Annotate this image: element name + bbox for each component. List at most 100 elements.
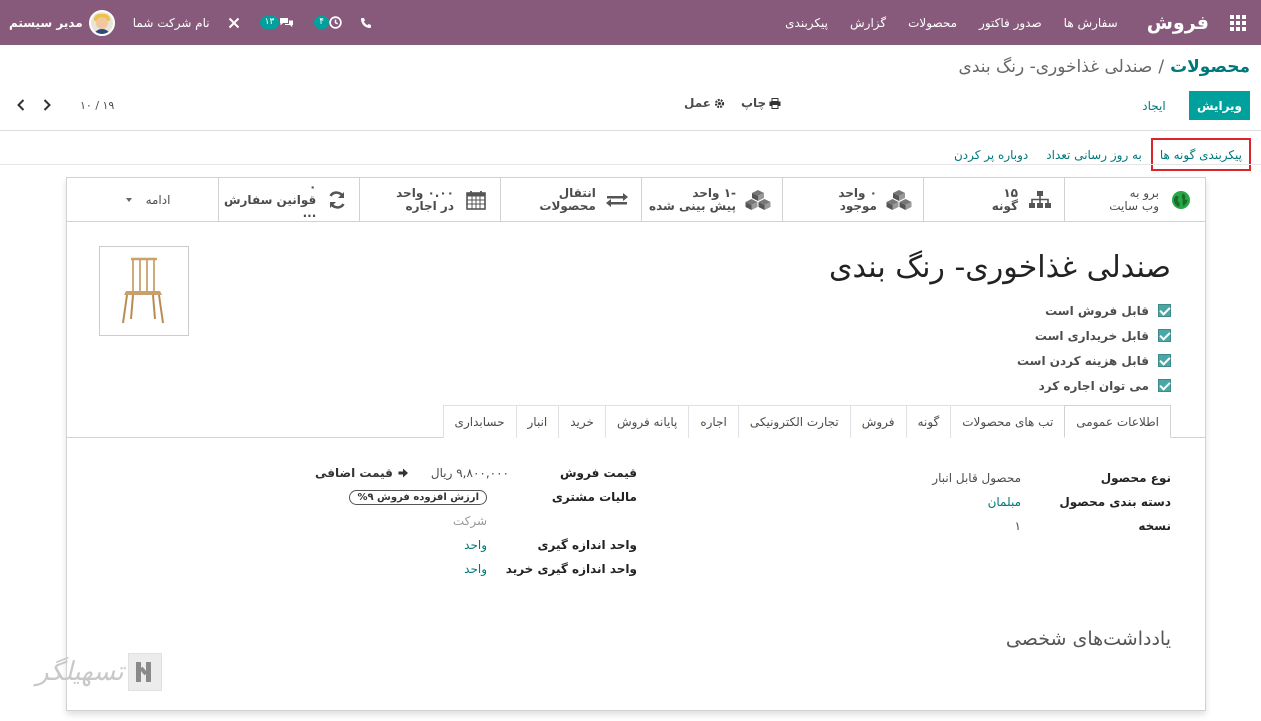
- gear-icon: [714, 98, 725, 108]
- tab-ecommerce[interactable]: تجارت الکترونیکی: [737, 405, 850, 438]
- tab-variants[interactable]: گونه: [905, 405, 951, 438]
- can-be-expensed-label: قابل هزینه کردن است: [1016, 353, 1149, 368]
- sales-price-field[interactable]: ۹,۸۰۰,۰۰۰ ریال: [431, 466, 509, 480]
- pager-previous-button[interactable]: [12, 96, 30, 114]
- tab-general-information[interactable]: اطلاعات عمومی: [1064, 405, 1171, 438]
- variants-smart-button[interactable]: ۱۵ گونه: [923, 178, 1064, 222]
- sales-price-label: قیمت فروش: [559, 466, 637, 480]
- top-navbar: فروش سفارش ها صدور فاکتور محصولات گزارش …: [0, 0, 1261, 45]
- cubes-icon: [886, 190, 912, 210]
- cubes-icon: [745, 190, 771, 210]
- tax-tag[interactable]: ارزش افزوده فروش ۹%: [349, 489, 487, 505]
- activity-badge: ۴: [314, 16, 330, 29]
- menu-configuration[interactable]: پیکربندی: [774, 16, 839, 30]
- company-switcher[interactable]: نام شرکت شما: [124, 0, 219, 45]
- in-rental-label: در اجاره: [405, 199, 454, 213]
- customer-taxes-row: مالیات مشتری ارزش افزوده فروش ۹%: [315, 485, 637, 509]
- product-category-field[interactable]: مبلمان: [988, 495, 1021, 509]
- caret-down-icon: [125, 198, 132, 202]
- can-be-sold-checkbox[interactable]: قابل فروش است: [1017, 298, 1171, 323]
- menu-reporting[interactable]: گزارش: [839, 16, 897, 30]
- uom-label: واحد اندازه گیری: [537, 538, 637, 552]
- menu-orders[interactable]: سفارش ها: [1053, 16, 1129, 30]
- breadcrumb-parent[interactable]: محصولات: [1170, 57, 1250, 77]
- product-type-row: نوع محصول محصول قابل انبار: [931, 466, 1171, 490]
- watermark-lettering: تسهیلگر: [36, 657, 124, 687]
- can-be-rented-label: می توان اجاره کرد: [1038, 378, 1149, 393]
- action-dropdown[interactable]: عمل: [684, 96, 725, 110]
- comments-icon: [280, 17, 294, 27]
- customer-taxes-label: مالیات مشتری: [551, 490, 637, 504]
- pager-next-button[interactable]: [38, 96, 56, 114]
- uom-row: واحد اندازه گیری واحد: [315, 533, 637, 557]
- tab-product-tabs[interactable]: تب های محصولات: [950, 405, 1065, 438]
- in-rental-smart-button[interactable]: ۰.۰۰ واحد در اجاره: [359, 178, 500, 222]
- arrow-right-icon: [398, 468, 408, 478]
- user-menu[interactable]: مدیر سیستم: [0, 0, 124, 45]
- activity-button[interactable]: ۴: [303, 0, 351, 45]
- general-fields-right: نوع محصول محصول قابل انبار دسته بندی محص…: [931, 466, 1171, 538]
- chevron-right-icon: [43, 99, 51, 111]
- breadcrumb: محصولات/صندلی غذاخوری- رنگ بندی: [959, 57, 1250, 77]
- general-fields-left: قیمت فروش ۹,۸۰۰,۰۰۰ ریال قیمت اضافی مالی…: [315, 461, 637, 581]
- app-brand[interactable]: فروش: [1129, 12, 1215, 34]
- purchase-uom-label: واحد اندازه گیری خرید: [505, 562, 637, 576]
- reordering-label: قوانین سفارش ...: [223, 192, 317, 220]
- systray: ۴ ۱۳ نام شرکت شما مدیر سیستم: [0, 0, 381, 45]
- print-icon: [769, 97, 781, 109]
- update-quantity-button[interactable]: به روز رسانی تعداد: [1037, 143, 1151, 167]
- menu-invoicing[interactable]: صدور فاکتور: [968, 16, 1053, 30]
- reordering-rules-smart-button[interactable]: ۰ قوانین سفارش ...: [218, 178, 359, 222]
- uom-field[interactable]: واحد: [464, 538, 487, 552]
- tab-point-of-sale[interactable]: پایانه فروش: [604, 405, 689, 438]
- pager-counter[interactable]: ۱۰ / ۱۹: [80, 99, 114, 112]
- watermark-mark-icon: [127, 653, 162, 691]
- clock-icon: [329, 16, 342, 29]
- can-be-purchased-checkbox[interactable]: قابل خریداری است: [1017, 323, 1171, 348]
- tab-inventory[interactable]: انبار: [515, 405, 559, 438]
- on-hand-label: موجود: [839, 199, 877, 213]
- on-hand-smart-button[interactable]: ۰ واحد موجود: [782, 178, 923, 222]
- smart-buttons: برو به وب سایت ۱۵ گونه ۰ واحد موجود -۱ واحد…: [67, 178, 1205, 222]
- company-field[interactable]: شرکت: [453, 514, 487, 528]
- notebook-tabs: اطلاعات عمومی تب های محصولات گونه فروش ت…: [442, 405, 1171, 438]
- company-row: شرکت: [315, 509, 637, 533]
- product-image[interactable]: [99, 246, 189, 336]
- tab-purchase[interactable]: خرید: [558, 405, 605, 438]
- configure-variants-button[interactable]: پیکربندی گونه ها: [1150, 138, 1251, 171]
- debug-tools-button[interactable]: [219, 0, 249, 45]
- phone-button[interactable]: [351, 0, 381, 45]
- sales-price-row: قیمت فروش ۹,۸۰۰,۰۰۰ ریال قیمت اضافی: [315, 461, 637, 485]
- messages-button[interactable]: ۱۳: [249, 0, 304, 45]
- action-bar: چاپ عمل: [668, 96, 781, 110]
- website-smart-button[interactable]: برو به وب سایت: [1064, 178, 1205, 222]
- checkbox-checked-icon: [1158, 329, 1171, 342]
- replenish-button[interactable]: دوباره پر کردن: [945, 143, 1037, 167]
- version-field[interactable]: ۱: [1015, 519, 1021, 533]
- more-smart-buttons[interactable]: ادامه: [78, 178, 218, 222]
- forecasted-smart-button[interactable]: -۱ واحد پیش بینی شده: [641, 178, 782, 222]
- more-label: ادامه: [145, 193, 171, 207]
- apps-menu-button[interactable]: [1215, 0, 1261, 45]
- tab-rental[interactable]: اجاره: [688, 405, 738, 438]
- extra-price-button[interactable]: قیمت اضافی: [315, 466, 409, 480]
- user-name: مدیر سیستم: [9, 15, 83, 30]
- internal-notes-title: یادداشت‌های شخصی: [1005, 628, 1171, 650]
- can-be-rented-checkbox[interactable]: می توان اجاره کرد: [1017, 373, 1171, 398]
- form-sheet: برو به وب سایت ۱۵ گونه ۰ واحد موجود -۱ واحد…: [66, 177, 1206, 711]
- print-dropdown[interactable]: چاپ: [741, 96, 781, 110]
- product-type-field[interactable]: محصول قابل انبار: [932, 471, 1021, 485]
- product-name[interactable]: صندلی غذاخوری- رنگ بندی: [829, 250, 1171, 285]
- version-label: نسخه: [1138, 519, 1171, 533]
- tab-accounting[interactable]: حسابداری: [442, 405, 516, 438]
- tab-sales[interactable]: فروش: [849, 405, 906, 438]
- chevron-left-icon: [17, 99, 25, 111]
- menu-products[interactable]: محصولات: [897, 16, 968, 30]
- product-moves-smart-button[interactable]: انتقال محصولات: [500, 178, 641, 222]
- edit-button[interactable]: ویرایش: [1189, 91, 1250, 120]
- can-be-expensed-checkbox[interactable]: قابل هزینه کردن است: [1017, 348, 1171, 373]
- purchase-uom-field[interactable]: واحد: [464, 562, 487, 576]
- product-category-row: دسته بندی محصول مبلمان: [931, 490, 1171, 514]
- create-button[interactable]: ایجاد: [1131, 91, 1177, 120]
- checkbox-checked-icon: [1158, 304, 1171, 317]
